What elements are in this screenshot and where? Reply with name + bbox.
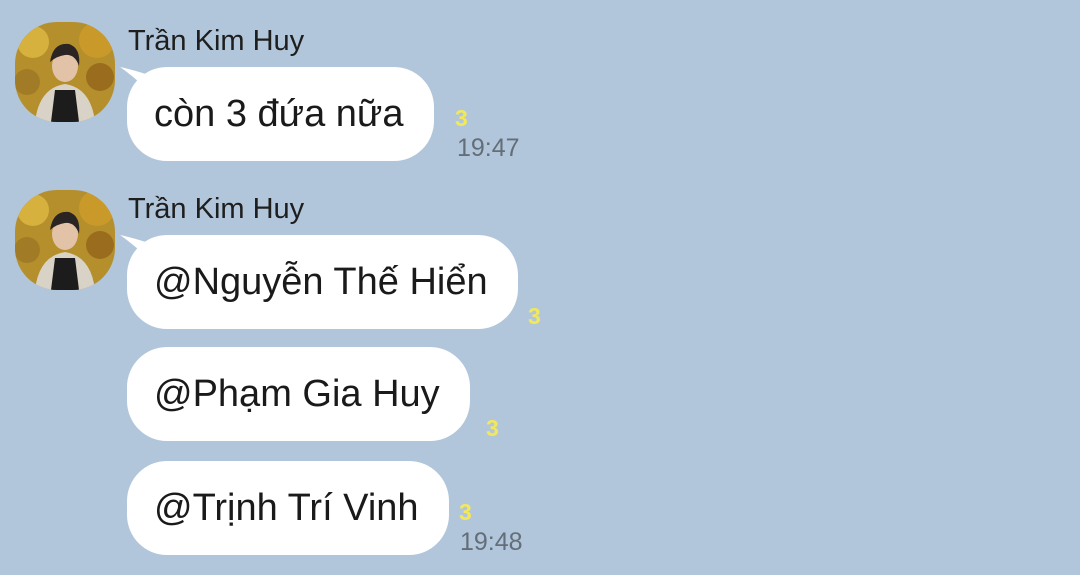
sender-name: Trần Kim Huy [128, 25, 305, 57]
unread-count: 3 [528, 303, 541, 329]
avatar[interactable] [15, 190, 115, 290]
message-bubble[interactable]: còn 3 đứa nữa [127, 67, 434, 161]
chat-view[interactable]: Trần Kim Huy còn 3 đứa nữa 3 19:47 Trần … [0, 0, 1080, 575]
unread-count: 3 [486, 415, 499, 441]
message-time: 19:47 [457, 134, 520, 162]
message-time: 19:48 [460, 528, 523, 556]
unread-count: 3 [459, 499, 472, 525]
message-text: @Nguyễn Thế Hiển [154, 261, 488, 303]
message-bubble[interactable]: @Trịnh Trí Vinh [127, 461, 449, 555]
message-text: @Trịnh Trí Vinh [154, 487, 419, 529]
message-bubble[interactable]: @Nguyễn Thế Hiển [127, 235, 518, 329]
sender-name: Trần Kim Huy [128, 193, 305, 225]
message-bubble[interactable]: @Phạm Gia Huy [127, 347, 470, 441]
avatar[interactable] [15, 22, 115, 122]
message-text: còn 3 đứa nữa [154, 93, 404, 135]
unread-count: 3 [455, 105, 468, 131]
message-text: @Phạm Gia Huy [154, 373, 440, 415]
